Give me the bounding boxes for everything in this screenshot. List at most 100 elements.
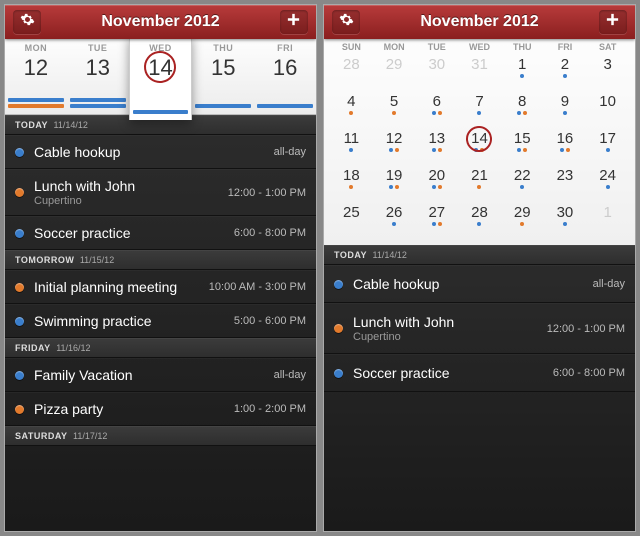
- month-day[interactable]: 10: [586, 91, 629, 126]
- month-day[interactable]: 25: [330, 202, 373, 237]
- month-day[interactable]: 30: [415, 54, 458, 89]
- event-time: 10:00 AM - 3:00 PM: [209, 281, 306, 293]
- month-day[interactable]: 1: [501, 54, 544, 89]
- month-day[interactable]: 12: [373, 128, 416, 163]
- event-title: Family Vacation: [34, 367, 274, 383]
- day-number: 3: [586, 56, 629, 73]
- month-day[interactable]: 3: [586, 54, 629, 89]
- day-number: 23: [544, 167, 587, 184]
- day-number: 14: [130, 55, 192, 81]
- month-day[interactable]: 2: [544, 54, 587, 89]
- day-number: 12: [373, 130, 416, 147]
- event-dot-icon: [15, 317, 24, 326]
- day-number: 17: [586, 130, 629, 147]
- weekday-label: THU: [192, 43, 254, 53]
- agenda-list[interactable]: TODAY 11/14/12 Cable hookup all-day Lunc…: [5, 115, 316, 531]
- header-title[interactable]: November 2012: [420, 13, 538, 31]
- event-row[interactable]: Initial planning meeting 10:00 AM - 3:00…: [5, 270, 316, 304]
- month-day[interactable]: 17: [586, 128, 629, 163]
- event-row[interactable]: Soccer practice 6:00 - 8:00 PM: [5, 216, 316, 250]
- day-column[interactable]: WED 14: [129, 35, 193, 120]
- event-dot-icon: [15, 148, 24, 157]
- event-time: 12:00 - 1:00 PM: [228, 187, 306, 199]
- event-time: 6:00 - 8:00 PM: [234, 227, 306, 239]
- event-row[interactable]: Cable hookup all-day: [324, 265, 635, 303]
- day-number: 6: [415, 93, 458, 110]
- day-number: 21: [458, 167, 501, 184]
- settings-button[interactable]: [13, 10, 41, 34]
- month-day[interactable]: 22: [501, 165, 544, 200]
- day-number: 29: [373, 56, 416, 73]
- month-day[interactable]: 13: [415, 128, 458, 163]
- month-day[interactable]: 24: [586, 165, 629, 200]
- day-column[interactable]: MON 12: [5, 39, 67, 114]
- event-row[interactable]: Soccer practice 6:00 - 8:00 PM: [324, 354, 635, 392]
- section-header: SATURDAY 11/17/12: [5, 426, 316, 446]
- weekday-label: WED: [130, 43, 192, 53]
- plus-icon: [286, 12, 301, 32]
- event-subtitle: Cupertino: [353, 331, 547, 343]
- month-day[interactable]: 23: [544, 165, 587, 200]
- month-day[interactable]: 31: [458, 54, 501, 89]
- event-row[interactable]: Cable hookup all-day: [5, 135, 316, 169]
- day-column[interactable]: TUE 13: [67, 39, 129, 114]
- event-row[interactable]: Swimming practice 5:00 - 6:00 PM: [5, 304, 316, 338]
- settings-button[interactable]: [332, 10, 360, 34]
- event-row[interactable]: Family Vacation all-day: [5, 358, 316, 392]
- month-day[interactable]: 9: [544, 91, 587, 126]
- event-bars: [192, 104, 254, 108]
- header-title[interactable]: November 2012: [101, 13, 219, 31]
- event-title: Soccer practice: [34, 225, 234, 241]
- month-day[interactable]: 7: [458, 91, 501, 126]
- event-row[interactable]: Lunch with John Cupertino 12:00 - 1:00 P…: [324, 303, 635, 354]
- section-header: TODAY 11/14/12: [324, 245, 635, 265]
- day-number: 24: [586, 167, 629, 184]
- event-row[interactable]: Lunch with John Cupertino 12:00 - 1:00 P…: [5, 169, 316, 216]
- day-number: 16: [254, 55, 316, 81]
- month-day[interactable]: 6: [415, 91, 458, 126]
- month-day[interactable]: 11: [330, 128, 373, 163]
- day-number: 4: [330, 93, 373, 110]
- agenda-list[interactable]: TODAY 11/14/12 Cable hookup all-day Lunc…: [324, 245, 635, 531]
- day-column[interactable]: THU 15: [192, 39, 254, 114]
- month-grid[interactable]: SUNMONTUEWEDTHUFRISAT 28 29 30 31 1 2 3 …: [324, 39, 635, 245]
- month-day[interactable]: 4: [330, 91, 373, 126]
- event-bars: [254, 104, 316, 108]
- month-day[interactable]: 16: [544, 128, 587, 163]
- month-day[interactable]: 29: [501, 202, 544, 237]
- app-header: November 2012: [5, 5, 316, 39]
- month-day[interactable]: 1: [586, 202, 629, 237]
- event-title: Pizza party: [34, 401, 234, 417]
- add-button[interactable]: [280, 10, 308, 34]
- month-day[interactable]: 18: [330, 165, 373, 200]
- month-day[interactable]: 29: [373, 54, 416, 89]
- event-title: Initial planning meeting: [34, 279, 209, 295]
- month-day[interactable]: 21: [458, 165, 501, 200]
- day-number: 25: [330, 204, 373, 221]
- day-number: 28: [458, 204, 501, 221]
- month-day[interactable]: 19: [373, 165, 416, 200]
- month-day[interactable]: 26: [373, 202, 416, 237]
- day-number: 5: [373, 93, 416, 110]
- add-button[interactable]: [599, 10, 627, 34]
- month-day[interactable]: 28: [330, 54, 373, 89]
- month-day[interactable]: 5: [373, 91, 416, 126]
- event-bars: [67, 98, 129, 108]
- day-column[interactable]: FRI 16: [254, 39, 316, 114]
- day-number: 11: [330, 130, 373, 147]
- weekday-label: TUE: [415, 42, 458, 52]
- section-header: FRIDAY 11/16/12: [5, 338, 316, 358]
- day-number: 31: [458, 56, 501, 73]
- month-day[interactable]: 20: [415, 165, 458, 200]
- month-day[interactable]: 15: [501, 128, 544, 163]
- day-number: 30: [544, 204, 587, 221]
- day-number: 16: [544, 130, 587, 147]
- month-day[interactable]: 27: [415, 202, 458, 237]
- month-day[interactable]: 30: [544, 202, 587, 237]
- event-bars: [5, 98, 67, 108]
- month-day[interactable]: 14: [458, 128, 501, 163]
- event-row[interactable]: Pizza party 1:00 - 2:00 PM: [5, 392, 316, 426]
- month-day[interactable]: 28: [458, 202, 501, 237]
- week-strip[interactable]: MON 12 TUE 13 WED 14 THU 15 FRI 16: [5, 39, 316, 115]
- month-day[interactable]: 8: [501, 91, 544, 126]
